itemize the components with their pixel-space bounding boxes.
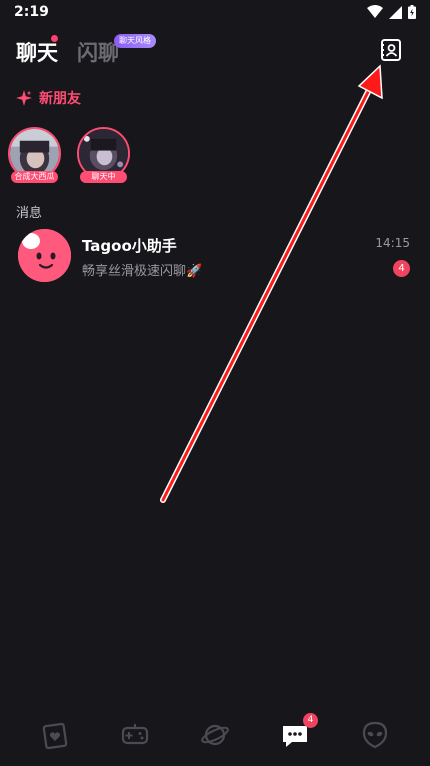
message-preview: 畅享丝滑极速闪聊🚀: [82, 264, 203, 279]
tagoo-mascot-icon: [18, 229, 71, 282]
new-friends-header[interactable]: 新朋友: [16, 88, 81, 108]
message-time: 14:15: [375, 236, 410, 250]
battery-icon: [408, 5, 416, 19]
avatar: [18, 229, 71, 282]
new-friends-label: 新朋友: [39, 91, 81, 107]
contacts-icon[interactable]: [379, 38, 403, 62]
tab-chat-dot: [51, 35, 58, 42]
chat-screen: 2:19 聊天 闪聊 聊天风格 新朋友 合成大西瓜 聊天中 消息 Tagoo小助…: [0, 0, 430, 766]
flash-badge: 聊天风格: [114, 34, 156, 48]
friend-item[interactable]: 聊天中: [77, 127, 130, 183]
annotation-arrow: [160, 64, 383, 503]
message-sender-name: Tagoo小助手: [82, 237, 177, 255]
list-item[interactable]: Tagoo小助手 畅享丝滑极速闪聊🚀 14:15 4: [0, 226, 430, 286]
status-icons: [367, 5, 416, 19]
friend-tag: 聊天中: [80, 171, 127, 183]
header: 聊天 闪聊 聊天风格: [0, 28, 430, 76]
chat-nav-badge: 4: [303, 713, 318, 728]
friend-tag: 合成大西瓜: [11, 171, 58, 183]
cards-icon[interactable]: [41, 720, 71, 750]
status-bar: 2:19: [0, 0, 430, 26]
tab-chat[interactable]: 聊天: [16, 37, 58, 67]
friends-row: 合成大西瓜 聊天中: [8, 127, 130, 183]
bottom-nav: 4: [0, 706, 430, 766]
status-time: 2:19: [14, 4, 49, 20]
friend-item[interactable]: 合成大西瓜: [8, 127, 61, 183]
planet-icon[interactable]: [200, 720, 230, 750]
game-icon[interactable]: [120, 720, 150, 750]
messages-section-title: 消息: [16, 206, 43, 221]
alien-icon[interactable]: [360, 720, 390, 750]
sparkle-icon: [16, 90, 32, 106]
wifi-icon: [367, 5, 383, 18]
signal-icon: [389, 5, 402, 19]
unread-badge: 4: [393, 260, 410, 277]
tab-flash[interactable]: 闪聊: [77, 37, 119, 67]
